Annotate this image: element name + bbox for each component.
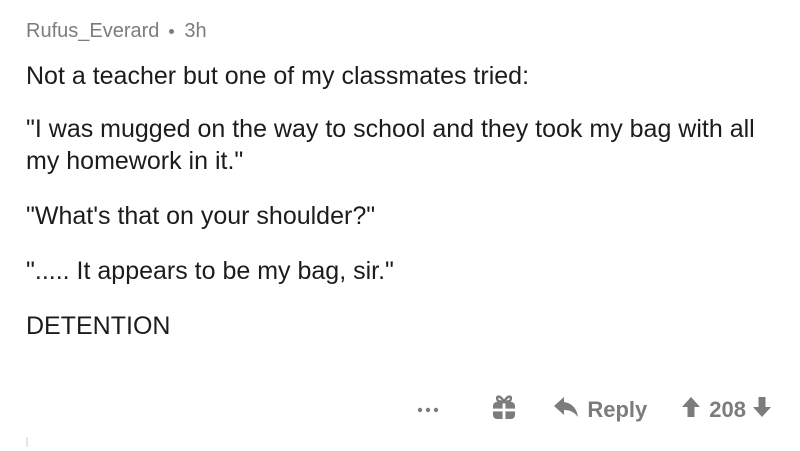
gift-icon [491, 393, 517, 427]
comment-action-bar: Reply 208 [415, 388, 772, 432]
comment: Rufus_Everard 3h Not a teacher but one o… [26, 16, 776, 342]
reply-button[interactable]: Reply [553, 396, 647, 424]
comment-paragraph: Not a teacher but one of my classmates t… [26, 62, 530, 90]
comment-meta: Rufus_Everard 3h [26, 16, 776, 46]
more-options-button[interactable] [415, 407, 441, 413]
comment-age: 3h [184, 19, 207, 42]
reply-arrow-icon [553, 396, 579, 424]
upvote-button[interactable] [681, 396, 701, 424]
upvote-arrow-icon [681, 396, 701, 424]
comment-paragraph: "I was mugged on the way to school and t… [26, 115, 755, 175]
separator-dot [169, 28, 175, 34]
downvote-button[interactable] [752, 396, 772, 424]
reply-label: Reply [587, 397, 648, 422]
vote-score: 208 [709, 397, 746, 422]
thread-line [26, 437, 28, 447]
give-award-button[interactable] [491, 393, 517, 427]
comment-paragraph: "What's that on your shoulder?" [26, 202, 376, 230]
comment-paragraph: "..... It appears to be my bag, sir." [26, 257, 394, 285]
downvote-arrow-icon [752, 396, 772, 424]
comment-paragraph: DETENTION [26, 312, 171, 340]
ellipsis-icon [417, 407, 439, 413]
author-username[interactable]: Rufus_Everard [26, 20, 159, 43]
